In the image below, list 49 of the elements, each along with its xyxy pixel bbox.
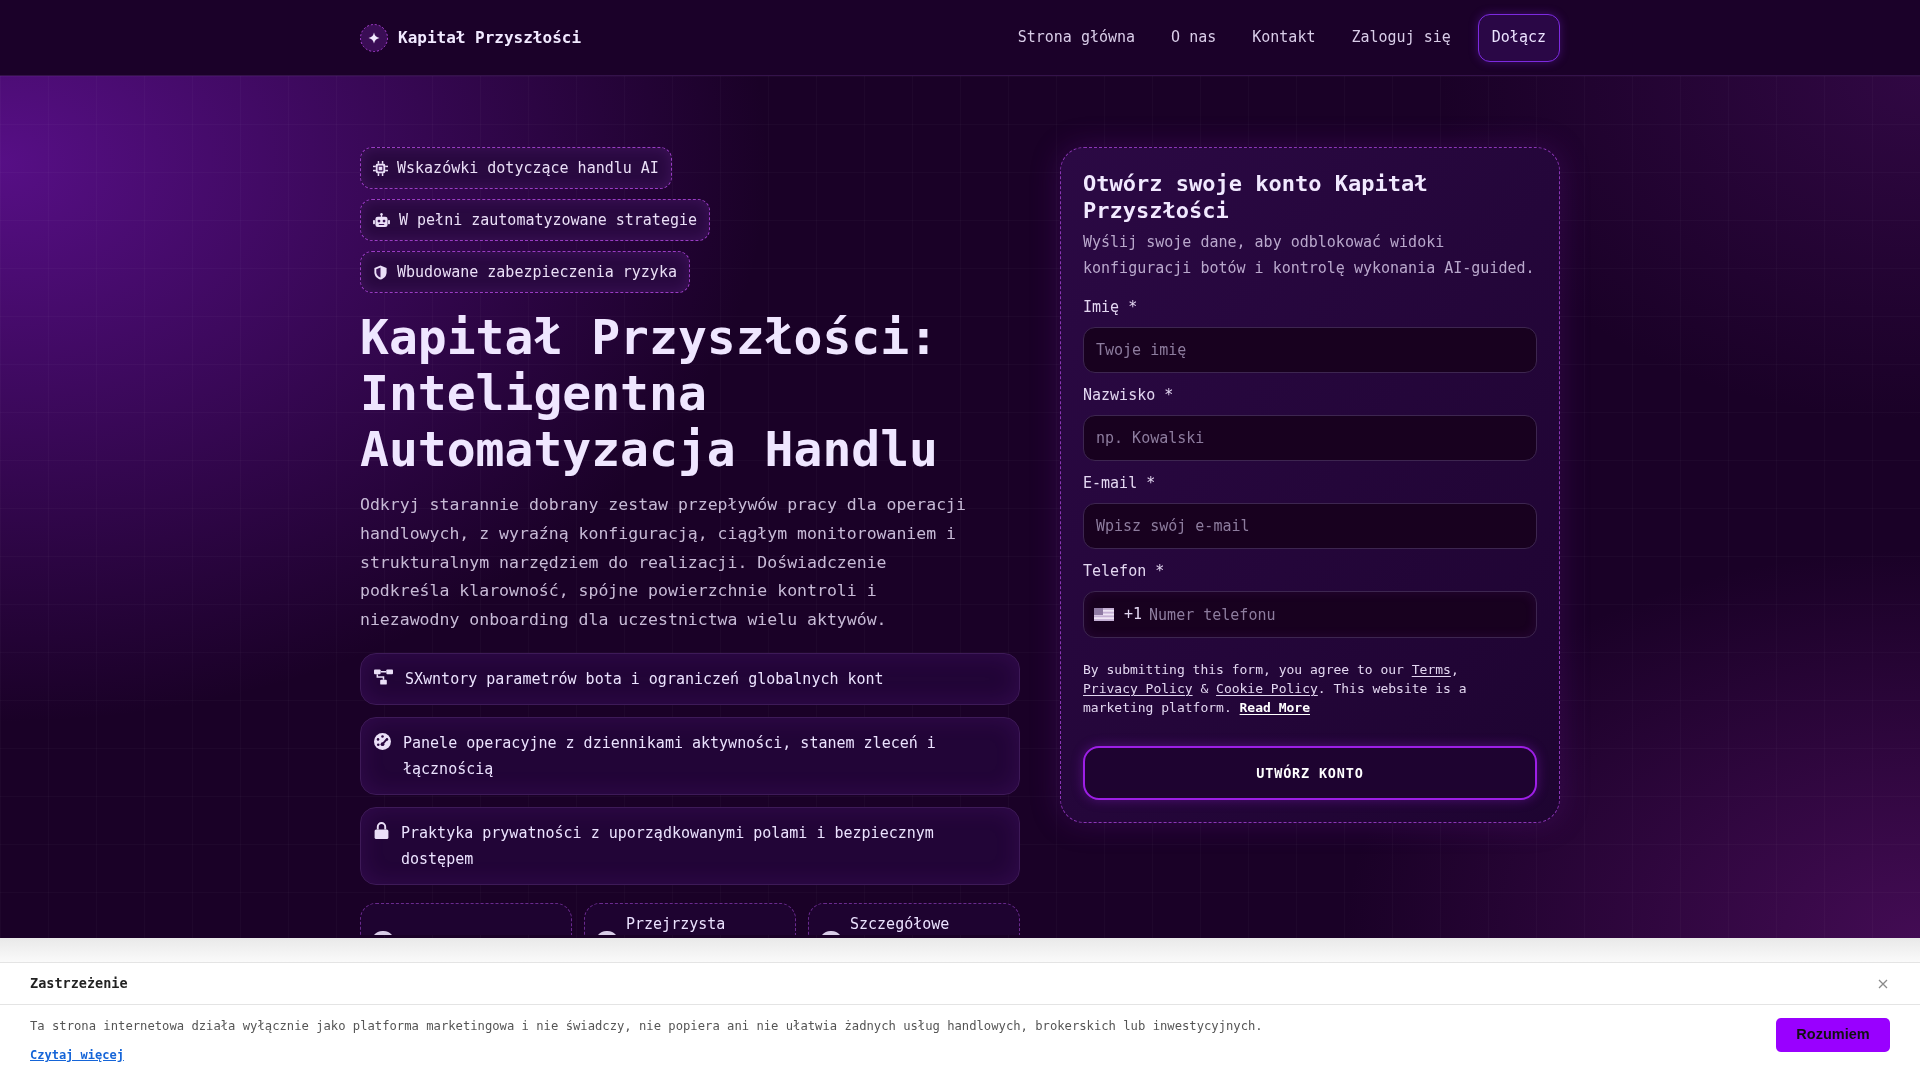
hero-description: Odkryj starannie dobrany zestaw przepływów pracy dla operacji handlowych, z wyraźną konfiguracją, ciągłym monitorowaniem i strukturalnym narzędziem do realizacji. Doświadczenie podkreśla klarowność, spójne powierzchnie kontroli i niezawodny onboarding dla uczestnictwa wielu aktywów. bbox=[360, 494, 967, 632]
phone-field[interactable]: +1 Numer telefonu bbox=[1083, 591, 1537, 638]
highlight-title: Przejrzysta bbox=[626, 914, 726, 934]
highlight-title: Szczegółowe bbox=[850, 914, 950, 934]
badge-label: Wbudowane zabezpieczenia ryzyka bbox=[397, 262, 677, 282]
badge-label: Wskazówki dotyczące handlu AI bbox=[397, 158, 659, 178]
country-code: +1 bbox=[1124, 604, 1143, 626]
policy-link[interactable]: Terms bbox=[1411, 662, 1451, 677]
robot-icon bbox=[373, 212, 390, 228]
field-label: Imię * bbox=[1083, 297, 1139, 318]
badge-label: W pełni zautomatyzowane strategie bbox=[399, 210, 697, 230]
dome-icon bbox=[374, 931, 392, 935]
dome-icon bbox=[598, 931, 616, 935]
input-field[interactable]: np. Kowalski bbox=[1083, 415, 1537, 461]
read-more-link[interactable]: Czytaj więcej bbox=[30, 1046, 124, 1064]
policy-link[interactable]: Cookie Policy bbox=[1216, 681, 1318, 696]
create-account-button[interactable]: UTWÓRZ KONTO bbox=[1083, 746, 1537, 800]
form-title: Otwórz swoje konto Kapitał Przyszłości bbox=[1083, 170, 1429, 224]
brand-name: Kapitał Przyszłości bbox=[398, 26, 582, 49]
input-field[interactable]: Twoje imię bbox=[1083, 327, 1537, 373]
gauge-icon bbox=[374, 733, 391, 750]
chip-icon bbox=[373, 160, 388, 176]
form-subtitle: Wyślij swoje dane, aby odblokować widoki konfiguracji botów i kontrolę wykonania AI-guided. bbox=[1083, 232, 1536, 279]
sparkle-logo-icon bbox=[360, 23, 388, 52]
policy-link[interactable]: Privacy Policy bbox=[1083, 681, 1193, 696]
join-button[interactable]: Dołącz bbox=[1477, 13, 1560, 62]
lock-icon bbox=[374, 822, 389, 839]
disclaimer-text: Ta strona internetowa działa wyłącznie jako platforma marketingowa i nie świadczy, nie popiera ani nie ułatwia żadnych usług handlowych, brokerskich lub inwestycyjnych. bbox=[30, 1018, 1263, 1035]
nav-link[interactable]: Zaloguj się bbox=[1351, 26, 1451, 49]
nav-link[interactable]: Strona główna bbox=[1017, 26, 1136, 49]
feature-text: Praktyka prywatności z uporządkowanymi polami i bezpiecznym dostępem bbox=[401, 823, 935, 870]
diagram-icon bbox=[374, 669, 393, 685]
shield-icon bbox=[373, 264, 388, 280]
close-icon bbox=[1878, 978, 1888, 989]
hero-title: Kapitał Przyszłości: Inteligentna Automatyzacja Handlu bbox=[360, 309, 939, 477]
feature-text: Panele operacyjne z dziennikami aktywności, stanem zleceń i łącznością bbox=[403, 733, 937, 780]
field-label: Telefon * bbox=[1083, 561, 1166, 582]
read-more-link[interactable]: Read More bbox=[1239, 700, 1310, 715]
disclaimer-title: Zastrzeżenie bbox=[30, 974, 128, 994]
input-field[interactable]: Wpisz swój e-mail bbox=[1083, 503, 1537, 549]
flag-icon bbox=[1094, 608, 1114, 621]
feature-text: SXwntory parametrów bota i ograniczeń globalnych kont bbox=[405, 669, 884, 690]
nav-link[interactable]: Kontakt bbox=[1252, 26, 1316, 49]
phone-input[interactable]: Numer telefonu bbox=[1149, 599, 1524, 630]
consent-text: By submitting this form, you agree to our Terms, Privacy Policy & Cookie Policy. This website is a marketing platform. Read More bbox=[1083, 661, 1468, 717]
dome-icon bbox=[822, 931, 840, 935]
field-label: Nazwisko * bbox=[1083, 385, 1175, 406]
nav-link[interactable]: O nas bbox=[1171, 26, 1217, 49]
field-label: E-mail * bbox=[1083, 473, 1157, 494]
